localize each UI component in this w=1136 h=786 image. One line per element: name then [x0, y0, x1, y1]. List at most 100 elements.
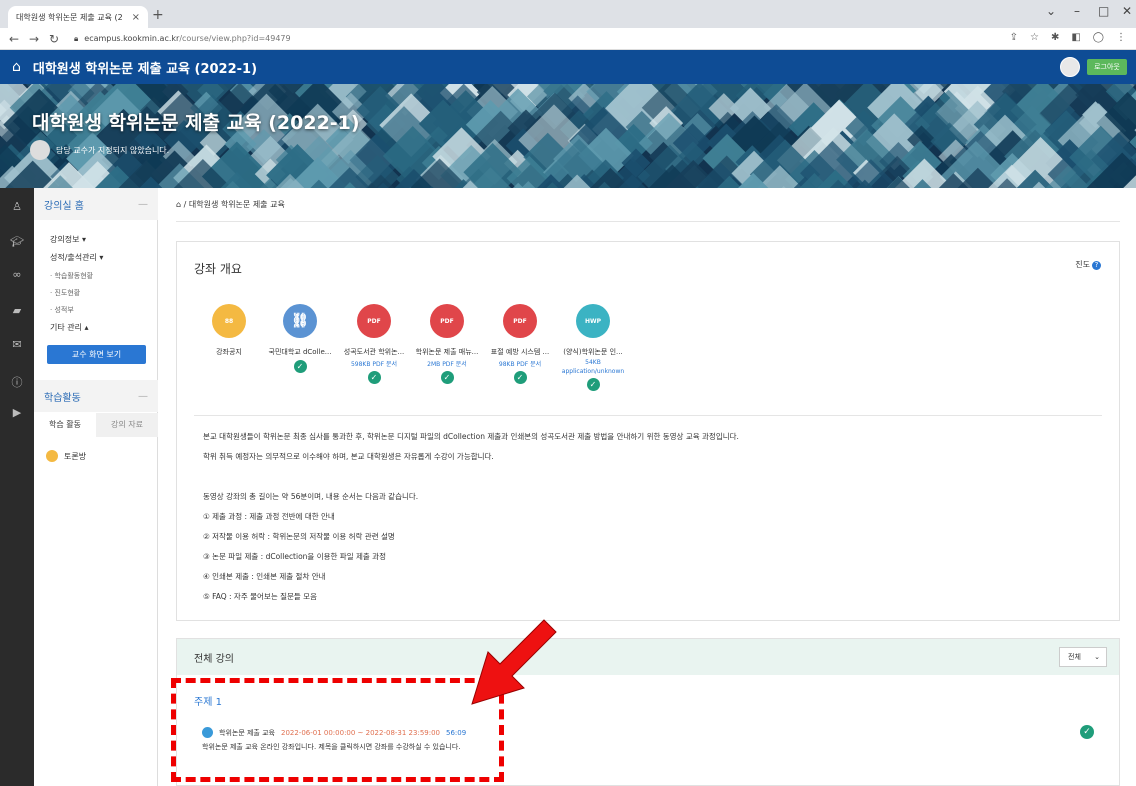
overview-paragraph: ① 제출 과정 : 제출 과정 전반에 대한 안내 — [203, 512, 335, 521]
completed-check-icon[interactable]: ✓ — [513, 371, 527, 384]
overview-paragraph: 본교 대학원생들이 학위논문 최종 심사를 통과한 후, 학위논문 디지털 파일… — [203, 432, 739, 441]
book-icon[interactable]: ▰ — [0, 304, 34, 317]
overview-paragraph: ② 저작물 이용 허락 : 학위논문의 저작물 이용 허락 관련 설명 — [203, 532, 395, 541]
overview-paragraph: 학위 취득 예정자는 의무적으로 이수해야 하며, 본교 대학원생은 자유롭게 … — [203, 452, 494, 461]
home-icon[interactable]: ⌂ — [12, 59, 21, 75]
course-banner: 대학원생 학위논문 제출 교육 (2022-1) 담당 교수가 지정되지 않았습… — [0, 84, 1136, 188]
professor-view-button[interactable]: 교수 화면 보기 — [47, 345, 146, 364]
professor-info: 담당 교수가 지정되지 않았습니다. — [30, 140, 169, 160]
breadcrumb-course[interactable]: 대학원생 학위논문 제출 교육 — [189, 200, 285, 209]
sidebar-subitem-progress[interactable]: · 진도현황 — [50, 288, 80, 298]
address-bar: ← → ↻ 🔒︎ ecampus.kookmin.ac.kr/course/vi… — [0, 28, 1136, 50]
resource-meta: 598KB PDF 문서 — [350, 361, 398, 368]
back-icon[interactable]: ← — [8, 32, 20, 46]
course-overview-card: 강좌 개요 진도? 88 강좌공지 ⛓ 국민대학교 dColle... ✓ PD… — [176, 241, 1120, 621]
resource-pdf[interactable]: PDF 성곡도서관 학위논... 598KB PDF 문서 ✓ — [339, 304, 409, 384]
tab-search-icon[interactable]: ⌄ — [1046, 4, 1056, 18]
progress-text: 진도 — [1075, 260, 1090, 269]
user-avatar[interactable] — [1060, 57, 1080, 77]
lock-icon[interactable]: 🔒︎ — [74, 34, 78, 44]
graduation-cap-icon[interactable]: 🎓︎ — [0, 235, 34, 248]
sidebar-home-label: 강의실 홈 — [44, 200, 84, 212]
handshake-icon[interactable]: ∞ — [0, 268, 34, 281]
help-icon[interactable]: ? — [1092, 261, 1101, 270]
sidebar-item-grades[interactable]: 성적/출석관리 ▾ — [50, 252, 103, 263]
forum-label: 토론방 — [64, 451, 87, 461]
resource-notice[interactable]: 88 강좌공지 — [194, 304, 264, 357]
extensions-icon[interactable]: ✱ — [1051, 32, 1059, 43]
tab-materials[interactable]: 강의 자료 — [96, 413, 158, 437]
url-field[interactable]: 🔒︎ ecampus.kookmin.ac.kr/course/view.php… — [74, 34, 291, 44]
pdf-icon: PDF — [430, 304, 464, 338]
sidebar: 강의실 홈 — 강의정보 ▾ 성적/출석관리 ▾ · 학습활동현황 · 진도현황… — [34, 188, 158, 786]
highlight-dashed-box — [171, 678, 504, 782]
breadcrumb: ⌂ / 대학원생 학위논문 제출 교육 — [176, 200, 285, 209]
overview-title: 강좌 개요 — [194, 262, 242, 276]
course-title-link[interactable]: 대학원생 학위논문 제출 교육 (2022-1) — [33, 58, 257, 77]
sidebar-item-course-info[interactable]: 강의정보 ▾ — [50, 234, 86, 245]
sidebar-item-other[interactable]: 기타 관리 ▴ — [50, 322, 89, 333]
profile-icon[interactable]: ◯ — [1093, 32, 1104, 43]
resource-name: 성곡도서관 학위논... — [343, 348, 405, 356]
url-host: ecampus.kookmin.ac.kr — [84, 34, 180, 43]
user-icon[interactable]: ♙ — [0, 200, 34, 213]
sidebar-activities-header[interactable]: 학습활동 — — [34, 380, 158, 412]
resource-pdf[interactable]: PDF 학위논문 제출 매뉴... 2MB PDF 문서 ✓ — [412, 304, 482, 384]
completed-check-icon[interactable]: ✓ — [440, 371, 454, 384]
info-icon[interactable]: ⓘ — [0, 374, 34, 390]
completed-check-icon[interactable]: ✓ — [367, 371, 381, 384]
filter-select[interactable]: 전체 ⌄ — [1059, 647, 1107, 667]
completed-check-icon[interactable]: ✓ — [586, 378, 600, 391]
resource-pdf[interactable]: PDF 표절 예방 시스템 ... 98KB PDF 문서 ✓ — [485, 304, 555, 384]
sidebar-home-header[interactable]: 강의실 홈 — — [34, 188, 158, 220]
menu-icon[interactable]: ⋮ — [1116, 32, 1126, 43]
sidebar-item-forum[interactable]: 토론방 — [46, 450, 86, 462]
resource-name: (양식)학위논문 인... — [563, 348, 623, 356]
sidebar-subitem-gradebook[interactable]: · 성적부 — [50, 305, 74, 315]
resource-name: 표절 예방 시스템 ... — [490, 348, 550, 356]
collapse-icon[interactable]: — — [138, 391, 148, 402]
hwp-icon: HWP — [576, 304, 610, 338]
overview-paragraph: ⑤ FAQ : 자주 물어보는 질문들 모음 — [203, 592, 317, 601]
share-icon[interactable]: ⇪ — [1010, 32, 1018, 43]
completed-check-icon[interactable]: ✓ — [293, 360, 307, 373]
resource-link[interactable]: ⛓ 국민대학교 dColle... ✓ — [265, 304, 335, 373]
forum-icon — [46, 450, 58, 462]
resource-name: 국민대학교 dColle... — [268, 348, 332, 356]
window-close-icon[interactable]: ✕ — [1122, 4, 1132, 18]
progress-label[interactable]: 진도? — [1075, 259, 1101, 270]
resource-meta: 54KB — [585, 359, 601, 366]
sidebar-subitem-activity[interactable]: · 학습활동현황 — [50, 271, 93, 281]
bookmark-star-icon[interactable]: ☆ — [1030, 32, 1039, 43]
collapse-icon[interactable]: — — [138, 199, 148, 210]
pdf-icon: PDF — [503, 304, 537, 338]
overview-paragraph: ③ 논문 파일 제출 : dCollection을 이용한 파일 제출 과정 — [203, 552, 386, 561]
browser-tab[interactable]: 대학원생 학위논문 제출 교육 (2 × — [8, 6, 148, 28]
resource-meta: 2MB PDF 문서 — [427, 361, 467, 368]
reload-icon[interactable]: ↻ — [48, 32, 60, 46]
forward-icon[interactable]: → — [28, 32, 40, 46]
logout-button[interactable]: 로그아웃 — [1087, 59, 1127, 75]
completed-check-icon[interactable]: ✓ — [1080, 725, 1094, 739]
url-path: /course/view.php?id=49479 — [179, 34, 291, 43]
minimize-icon[interactable]: – — [1074, 4, 1080, 18]
sidebar-toggle-icon[interactable]: ◧ — [1071, 32, 1080, 43]
play-icon[interactable]: ▶ — [0, 406, 34, 419]
mail-icon[interactable]: ✉ — [0, 338, 34, 351]
icon-rail: ♙ 🎓︎ ∞ ▰ ✉ ⓘ ▶ — [0, 188, 34, 786]
pdf-icon: PDF — [357, 304, 391, 338]
banner-pattern — [0, 84, 1136, 188]
tab-activities[interactable]: 학습 활동 — [34, 413, 96, 437]
top-navbar: ⌂ 대학원생 학위논문 제출 교육 (2022-1) — [0, 50, 1136, 84]
banner-title: 대학원생 학위논문 제출 교육 (2022-1) — [32, 112, 360, 134]
close-tab-icon[interactable]: × — [132, 12, 140, 23]
new-tab-icon[interactable]: + — [152, 7, 164, 23]
divider — [194, 415, 1102, 416]
maximize-icon[interactable]: □ — [1098, 4, 1109, 18]
home-icon[interactable]: ⌂ — [176, 200, 181, 209]
professor-text: 담당 교수가 지정되지 않았습니다. — [56, 145, 170, 155]
resource-hwp[interactable]: HWP (양식)학위논문 인... 54KB application/unkno… — [558, 304, 628, 391]
overview-paragraph: ④ 인쇄본 제출 : 인쇄본 제출 절차 안내 — [203, 572, 326, 581]
link-icon: ⛓ — [283, 304, 317, 338]
annotation-arrow-icon — [471, 619, 557, 705]
